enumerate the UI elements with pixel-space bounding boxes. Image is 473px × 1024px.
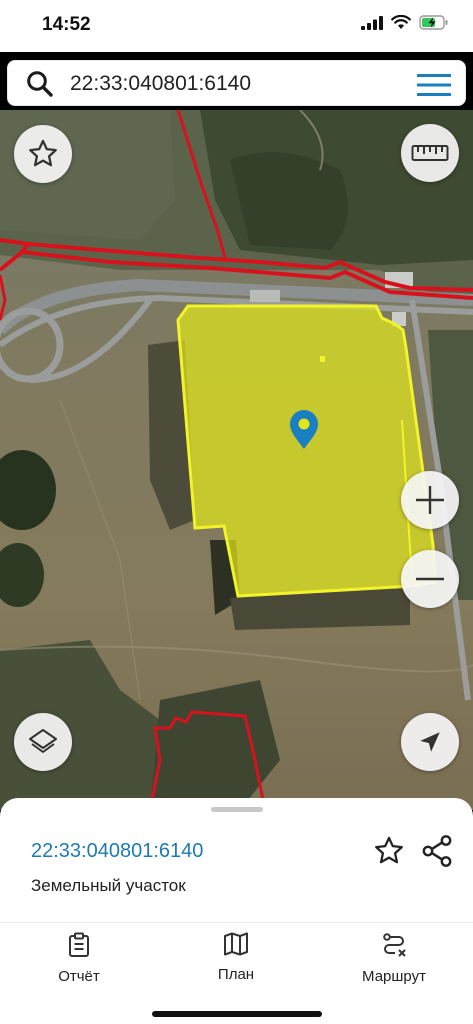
tab-route-label: Маршрут (362, 968, 426, 985)
cellular-signal-icon (361, 15, 383, 30)
parcel-type-label: Земельный участок (31, 876, 186, 895)
satellite-map[interactable] (0, 110, 473, 810)
map-plan-icon (224, 932, 248, 956)
sheet-drag-handle[interactable] (211, 807, 263, 812)
parcel-bottom-sheet[interactable]: 22:33:040801:6140 Земельный участок Отчё… (0, 798, 473, 1024)
status-icons (361, 15, 449, 30)
star-icon (29, 139, 57, 167)
my-location-button[interactable] (401, 713, 459, 771)
ruler-icon (411, 145, 449, 161)
ruler-button[interactable] (401, 124, 459, 182)
tab-plan-label: План (217, 966, 255, 983)
tab-report[interactable]: Отчёт (9, 932, 149, 992)
zoom-in-button[interactable] (401, 471, 459, 529)
star-icon[interactable] (372, 834, 406, 868)
battery-charging-icon (419, 15, 448, 30)
favorite-button[interactable] (14, 125, 72, 183)
status-bar: 14:52 (0, 0, 473, 52)
tab-route[interactable]: Маршрут (324, 932, 464, 992)
tab-bar-divider (0, 922, 473, 923)
home-indicator[interactable] (152, 1011, 322, 1017)
search-bar[interactable]: 22:33:040801:6140 (7, 60, 466, 106)
zoom-out-button[interactable] (401, 550, 459, 608)
plus-icon (416, 486, 444, 514)
tab-report-label: Отчёт (58, 968, 100, 985)
status-time: 14:52 (42, 14, 91, 35)
navigation-arrow-icon (420, 732, 440, 752)
layers-button[interactable] (14, 713, 72, 771)
hamburger-menu-icon[interactable] (417, 73, 451, 97)
parcel-cadastral-number[interactable]: 22:33:040801:6140 (31, 840, 203, 863)
map-canvas[interactable] (0, 110, 473, 810)
tab-plan[interactable]: План (166, 932, 306, 992)
search-icon[interactable] (26, 70, 54, 98)
wifi-icon (391, 15, 411, 29)
route-icon (383, 933, 406, 957)
minus-icon (416, 577, 444, 581)
layers-icon (29, 729, 57, 753)
share-icon[interactable] (419, 833, 455, 869)
search-input[interactable]: 22:33:040801:6140 (70, 72, 251, 96)
report-clipboard-icon (69, 932, 89, 957)
